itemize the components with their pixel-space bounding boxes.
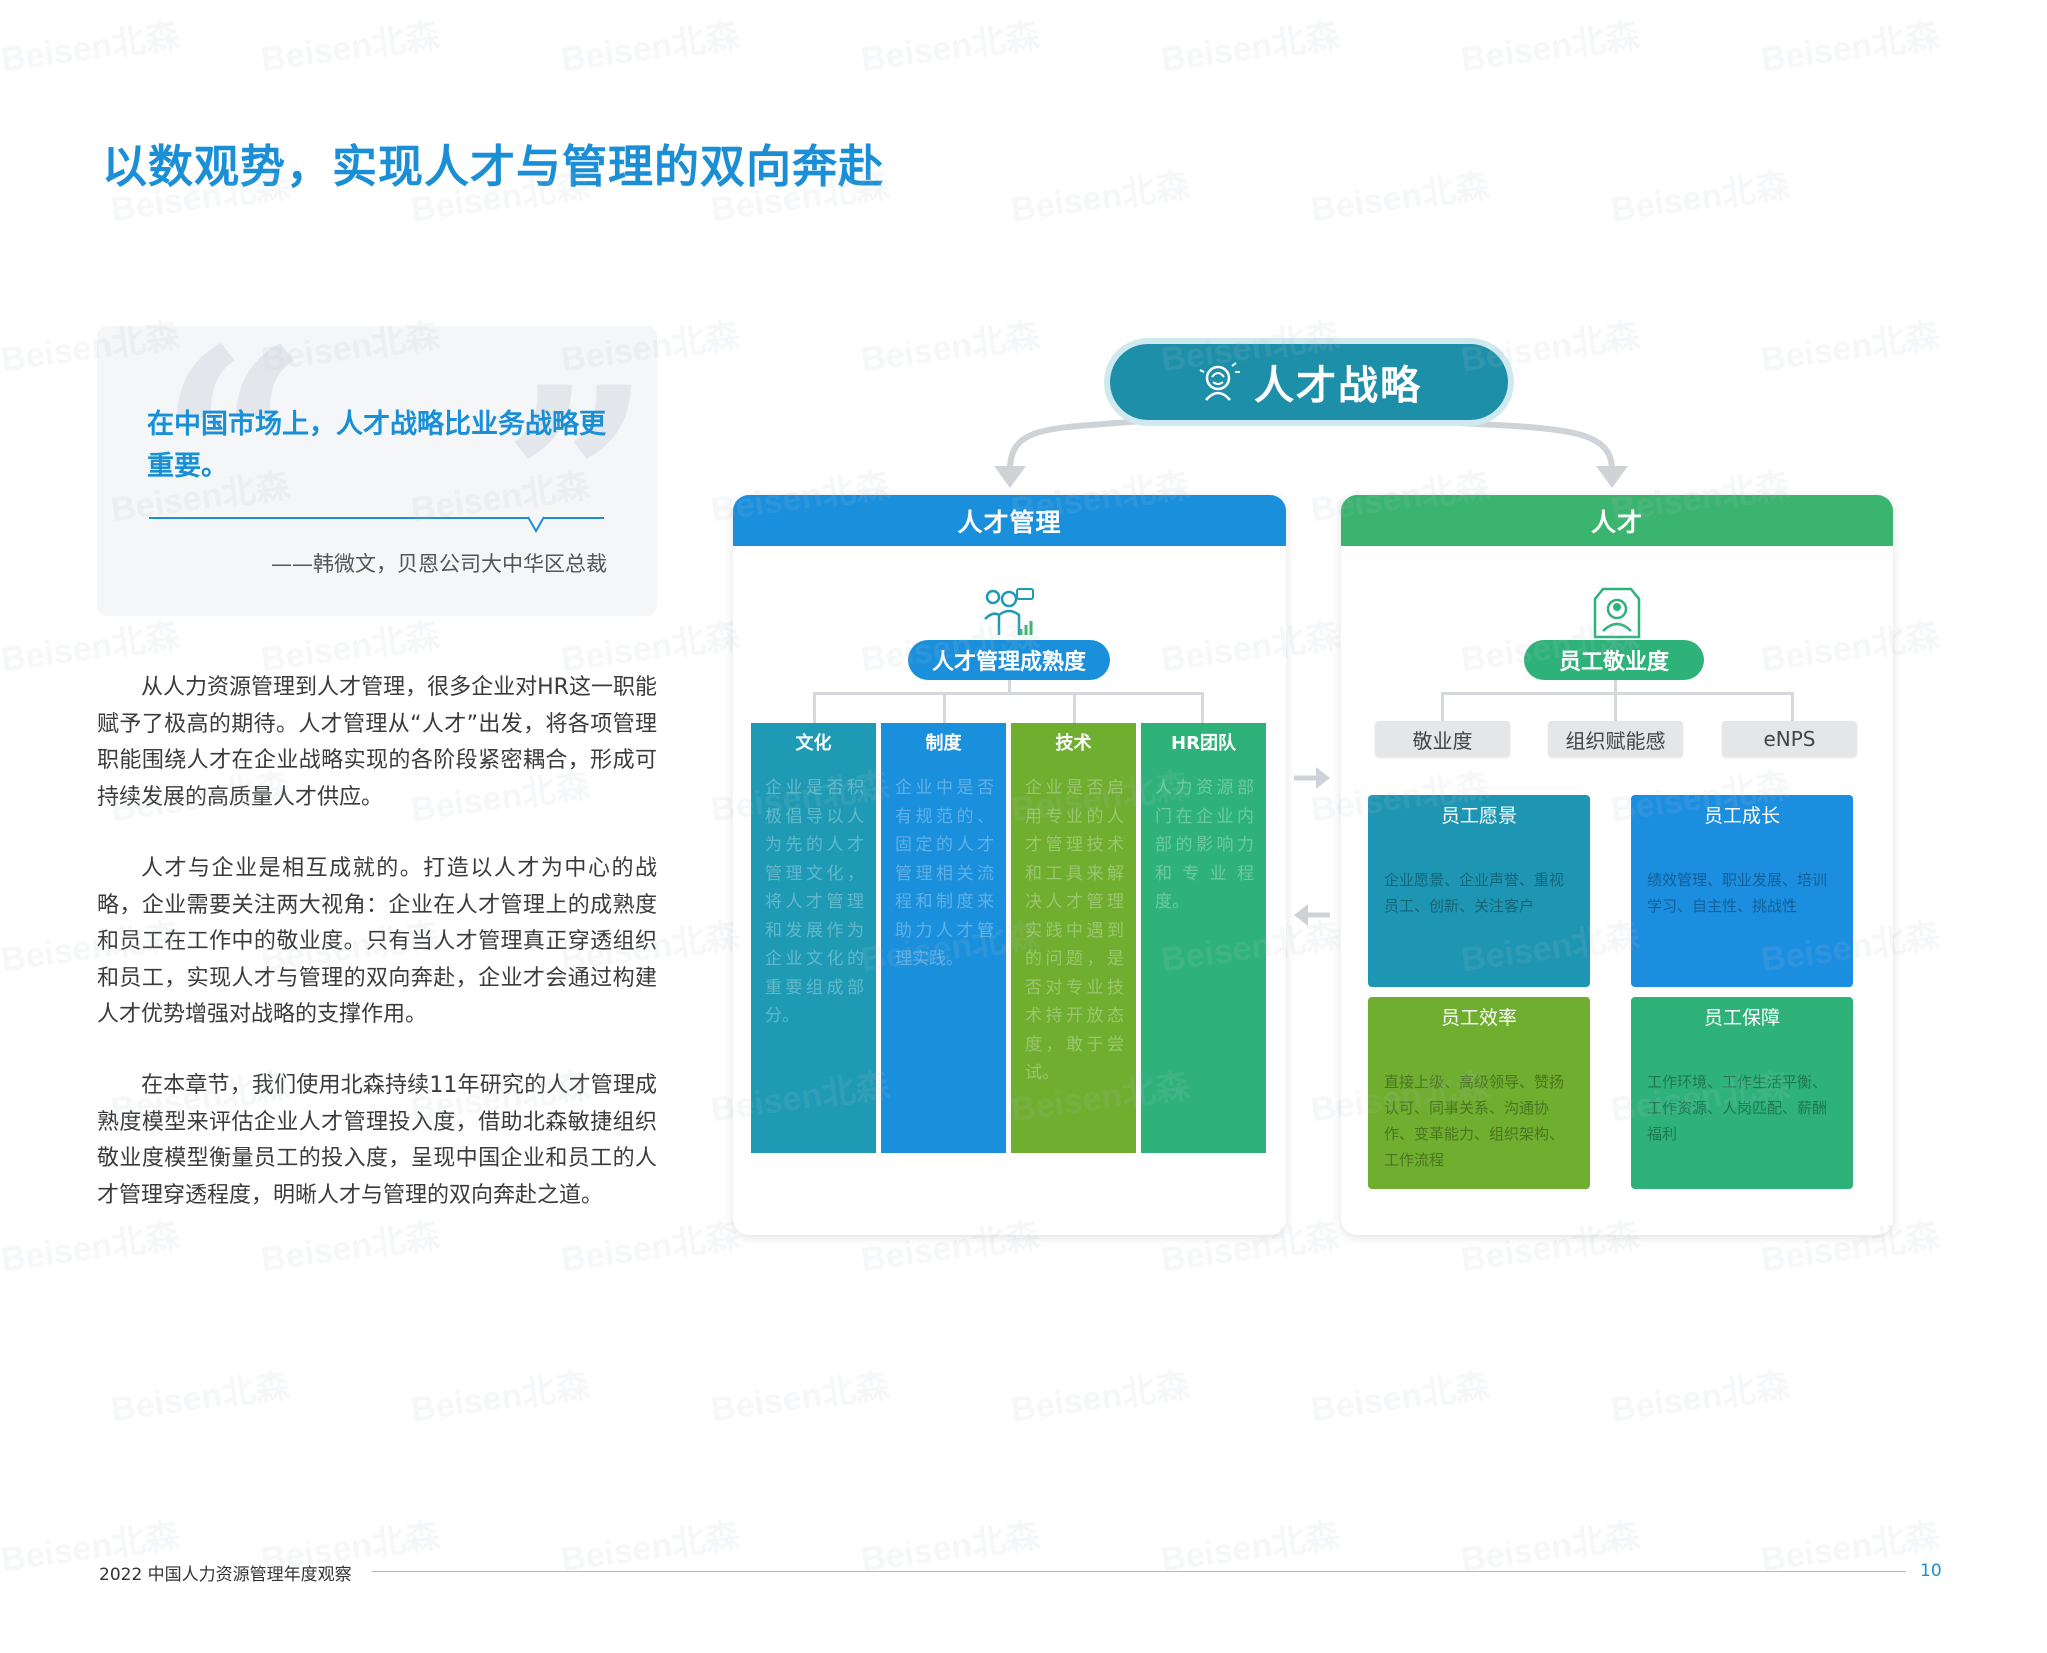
watermark-text: Beisen北森 xyxy=(1608,166,1792,230)
column-technology-body: 企业是否启用专业的人才管理技术和工具来解决人才管理实践中遇到的问题，是否对专业技… xyxy=(1025,778,1124,1083)
column-technology: 技术 企业是否启用专业的人才管理技术和工具来解决人才管理实践中遇到的问题，是否对… xyxy=(1011,723,1136,1153)
column-system-body: 企业中是否有规范的、固定的人才管理相关流程和制度来助力人才管理实践。 xyxy=(895,778,994,969)
column-culture: 文化 企业是否积极倡导以人为先的人才管理文化，将人才管理和发展作为企业文化的重要… xyxy=(751,723,876,1153)
watermark-text: Beisen北森 xyxy=(1008,166,1192,230)
talent-strategy-node: 人才战略 xyxy=(1104,338,1514,426)
quote-box: “ ” 在中国市场上，人才战略比业务战略更重要。 ——韩微文，贝恩公司大中华区总… xyxy=(97,326,657,616)
watermark-text: Beisen北森 xyxy=(258,16,442,80)
body-paragraph-1: 从人力资源管理到人才管理，很多企业对HR这一职能赋予了极高的期待。人才管理从“人… xyxy=(97,675,657,810)
box-employee-vision: 员工愿景 企业愿景、企业声誉、重视员工、创新、关注客户 xyxy=(1368,795,1590,987)
team-management-icon xyxy=(984,588,1034,635)
column-hr-team-body: 人力资源部门在企业内部的影响力和专业程度。 xyxy=(1155,778,1254,912)
engagement-pill: 员工敬业度 xyxy=(1524,640,1704,680)
employee-profile-icon xyxy=(1593,587,1641,639)
watermark-text: Beisen北森 xyxy=(1758,316,1942,380)
box-employee-vision-body: 企业愿景、企业声誉、重视员工、创新、关注客户 xyxy=(1384,871,1565,915)
engagement-connector-h xyxy=(1441,692,1793,695)
watermark-text: Beisen北森 xyxy=(1008,1366,1192,1430)
body-paragraph-3: 在本章节，我们使用北森持续11年研究的人才管理成熟度模型来评估企业人才管理投入度… xyxy=(97,1073,657,1208)
box-employee-security-body: 工作环境、工作生活平衡、工作资源、人岗匹配、薪酬福利 xyxy=(1647,1073,1828,1143)
connector-enps xyxy=(1791,692,1794,722)
column-hr-team-title: HR团队 xyxy=(1171,733,1236,754)
footer-report-title: 2022 中国人力资源管理年度观察 xyxy=(99,1565,352,1585)
watermark-text: Beisen北森 xyxy=(708,1366,892,1430)
watermark-text: Beisen北森 xyxy=(1608,1366,1792,1430)
column-hr-team: HR团队 人力资源部门在企业内部的影响力和专业程度。 xyxy=(1141,723,1266,1153)
quote-author: ——韩微文，贝恩公司大中华区总裁 xyxy=(271,552,607,576)
watermark-text: Beisen北森 xyxy=(1458,16,1642,80)
watermark-text: Beisen北森 xyxy=(108,1366,292,1430)
metric-empowerment: 组织赋能感 xyxy=(1548,721,1683,757)
watermark-text: Beisen北森 xyxy=(558,16,742,80)
watermark-text: Beisen北森 xyxy=(1758,16,1942,80)
box-employee-growth: 员工成长 绩效管理、职业发展、培训学习、自主性、挑战性 xyxy=(1631,795,1853,987)
talent-management-header: 人才管理 xyxy=(733,495,1286,546)
connector-empowerment xyxy=(1614,692,1617,722)
talent-management-panel: 人才管理 人才管理成熟度 文化 企业是否积极倡导以人为先的人才管理文化，将人才管… xyxy=(733,495,1286,1235)
box-employee-vision-title: 员工愿景 xyxy=(1440,805,1517,827)
box-employee-security: 员工保障 工作环境、工作生活平衡、工作资源、人岗匹配、薪酬福利 xyxy=(1631,997,1853,1189)
column-system-title: 制度 xyxy=(925,733,962,754)
watermark-text: Beisen北森 xyxy=(258,1216,442,1280)
watermark-text: Beisen北森 xyxy=(1308,166,1492,230)
quote-pointer-icon xyxy=(527,516,545,534)
metric-engagement: 敬业度 xyxy=(1375,721,1510,757)
quote-text: 在中国市场上，人才战略比业务战略更重要。 xyxy=(147,409,606,482)
talent-header: 人才 xyxy=(1341,495,1893,546)
box-employee-growth-title: 员工成长 xyxy=(1703,805,1780,827)
maturity-connector-stem xyxy=(1008,680,1011,693)
metric-enps: eNPS xyxy=(1722,721,1857,757)
watermark-text: Beisen北森 xyxy=(858,16,1042,80)
column-culture-title: 文化 xyxy=(795,733,832,754)
page-number: 10 xyxy=(1920,1561,1942,1581)
box-employee-efficiency-body: 直接上级、高级领导、赞扬认可、同事关系、沟通协作、变革能力、组织架构、工作流程 xyxy=(1384,1073,1565,1169)
maturity-pill: 人才管理成熟度 xyxy=(908,640,1110,680)
watermark-text: Beisen北森 xyxy=(1308,1366,1492,1430)
connector-engagement xyxy=(1441,692,1444,722)
watermark-text: Beisen北森 xyxy=(0,16,182,80)
connector-tech xyxy=(1073,692,1076,724)
body-paragraph-2: 人才与企业是相互成就的。打造以人才为中心的战略，企业需要关注两大视角：企业在人才… xyxy=(97,856,657,1027)
box-employee-efficiency: 员工效率 直接上级、高级领导、赞扬认可、同事关系、沟通协作、变革能力、组织架构、… xyxy=(1368,997,1590,1189)
watermark-text: Beisen北森 xyxy=(408,1366,592,1430)
connector-culture xyxy=(813,692,816,724)
page-title: 以数观势，实现人才与管理的双向奔赴 xyxy=(102,140,885,193)
column-culture-body: 企业是否积极倡导以人为先的人才管理文化，将人才管理和发展作为企业文化的重要组成部… xyxy=(765,778,864,1026)
footer-divider xyxy=(372,1571,1906,1572)
box-employee-growth-body: 绩效管理、职业发展、培训学习、自主性、挑战性 xyxy=(1647,871,1828,915)
talent-strategy-label: 人才战略 xyxy=(1254,363,1422,409)
box-employee-efficiency-title: 员工效率 xyxy=(1440,1007,1517,1029)
watermark-text: Beisen北森 xyxy=(1158,16,1342,80)
watermark-text: Beisen北森 xyxy=(0,1216,182,1280)
watermark-text: Beisen北森 xyxy=(858,316,1042,380)
bidirectional-arrows xyxy=(1294,767,1330,926)
watermark-text: Beisen北森 xyxy=(558,1216,742,1280)
connector-system xyxy=(943,692,946,724)
strategy-brain-icon xyxy=(1199,362,1240,401)
column-system: 制度 企业中是否有规范的、固定的人才管理相关流程和制度来助力人才管理实践。 xyxy=(881,723,1006,1153)
connector-hr xyxy=(1201,692,1204,724)
box-employee-security-title: 员工保障 xyxy=(1703,1007,1780,1029)
talent-panel: 人才 员工敬业度 敬业度 组织赋能感 eNPS 员工愿景 企业愿景、企业声誉、重… xyxy=(1341,495,1893,1235)
column-technology-title: 技术 xyxy=(1055,733,1092,754)
